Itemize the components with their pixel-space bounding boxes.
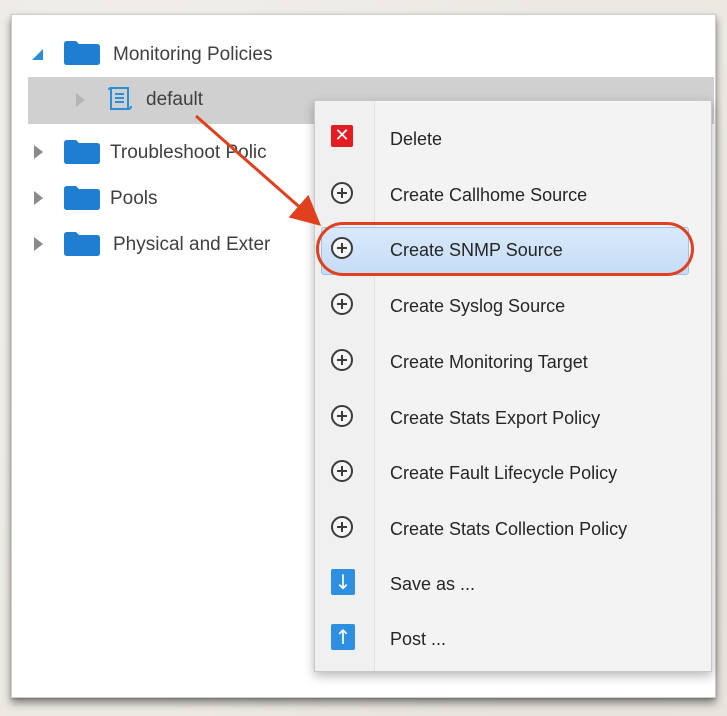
menu-item-label: Save as ... [390, 573, 476, 594]
menu-item-create-callhome-source[interactable]: Create Callhome Source [315, 167, 711, 223]
menu-item-label: Create Callhome Source [390, 184, 588, 205]
menu-item-create-stats-collection-policy[interactable]: Create Stats Collection Policy [315, 501, 711, 557]
plus-circle-icon [331, 182, 355, 206]
upload-arrow-icon: ↑ [331, 624, 355, 650]
download-arrow-icon: ↓ [331, 569, 355, 595]
folder-icon [64, 232, 100, 256]
menu-item-save-as[interactable]: ↓ Save as ... [315, 556, 711, 612]
folder-icon [64, 140, 100, 164]
expand-triangle-icon[interactable] [34, 191, 44, 205]
menu-item-delete[interactable]: ✕ Delete [315, 111, 711, 167]
plus-circle-icon [331, 349, 355, 373]
collapse-triangle-icon[interactable] [32, 49, 44, 61]
policy-document-icon [108, 87, 132, 110]
menu-item-label: Create SNMP Source [390, 239, 563, 260]
folder-icon [64, 41, 100, 65]
tree-item-label: Troubleshoot Polic [110, 142, 267, 163]
tree-item-label: Physical and Exter [113, 234, 271, 255]
menu-item-create-stats-export-policy[interactable]: Create Stats Export Policy [315, 390, 711, 446]
menu-item-create-snmp-source[interactable]: Create SNMP Source [315, 222, 711, 278]
expand-triangle-icon[interactable] [34, 145, 44, 159]
menu-item-label: Post ... [390, 628, 447, 649]
menu-item-post[interactable]: ↑ Post ... [315, 611, 711, 667]
plus-circle-icon [331, 405, 355, 429]
tree-item-label: Monitoring Policies [113, 44, 273, 65]
plus-circle-icon [331, 237, 355, 261]
menu-item-create-fault-lifecycle-policy[interactable]: Create Fault Lifecycle Policy [315, 445, 711, 501]
plus-circle-icon [331, 460, 355, 484]
context-menu: ✕ Delete Create Callhome Source Create S… [314, 100, 712, 672]
tree-item-label: Pools [110, 188, 158, 209]
delete-icon: ✕ [331, 125, 355, 149]
menu-item-label: Create Stats Collection Policy [390, 518, 628, 539]
menu-item-label: Delete [390, 128, 443, 149]
tree-item-monitoring-policies[interactable]: Monitoring Policies [12, 31, 712, 78]
expand-triangle-icon[interactable] [76, 93, 86, 107]
expand-triangle-icon[interactable] [34, 237, 44, 251]
menu-item-label: Create Monitoring Target [390, 351, 588, 372]
menu-item-create-monitoring-target[interactable]: Create Monitoring Target [315, 334, 711, 390]
plus-circle-icon [331, 293, 355, 317]
menu-item-label: Create Fault Lifecycle Policy [390, 462, 618, 483]
tree-item-label: default [146, 89, 204, 110]
menu-item-create-syslog-source[interactable]: Create Syslog Source [315, 278, 711, 334]
folder-icon [64, 186, 100, 210]
plus-circle-icon [331, 516, 355, 540]
menu-item-label: Create Stats Export Policy [390, 407, 601, 428]
menu-item-label: Create Syslog Source [390, 295, 566, 316]
